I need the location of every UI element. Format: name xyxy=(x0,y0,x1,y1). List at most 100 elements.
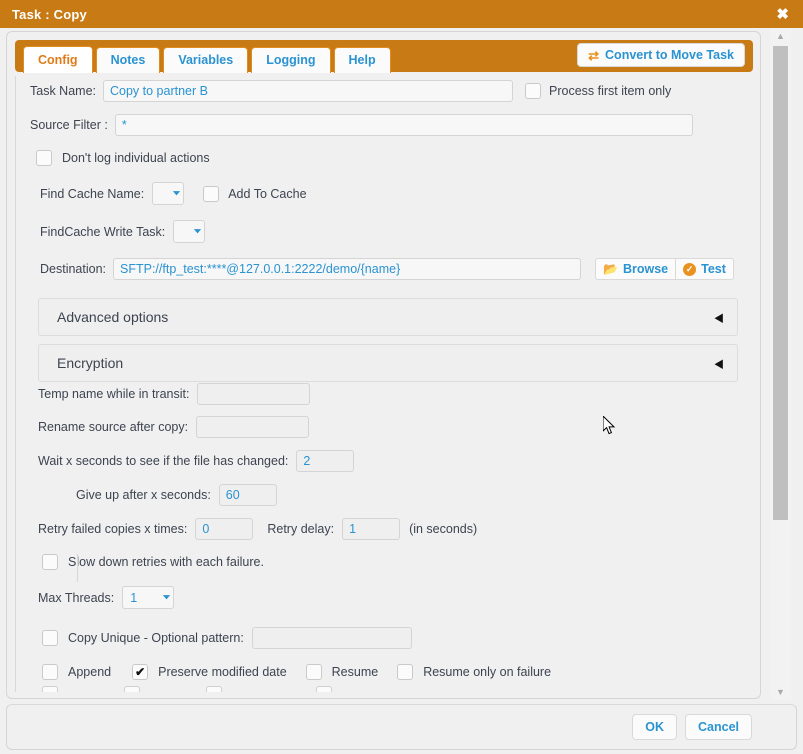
task-copy-dialog: Task : Copy ✖ Config Notes Variables Log… xyxy=(0,0,803,754)
give-up-label: Give up after x seconds: xyxy=(76,488,211,502)
retry-failed-input[interactable] xyxy=(195,518,254,540)
cancel-button[interactable]: Cancel xyxy=(685,714,752,740)
vertical-scrollbar[interactable]: ▲ ▼ xyxy=(770,28,791,700)
copy-unique-pattern-input[interactable] xyxy=(251,627,412,649)
source-filter-row: Source Filter : xyxy=(30,114,693,136)
tab-help-label: Help xyxy=(348,53,376,67)
clipped-checkbox-1[interactable] xyxy=(42,686,58,692)
find-cache-name-row: Find Cache Name: ▾ ✔ Add To Cache xyxy=(40,182,307,205)
max-threads-value: 1 xyxy=(130,590,138,605)
tab-logging[interactable]: Logging xyxy=(251,47,331,73)
destination-input[interactable] xyxy=(113,258,582,280)
resume-only-failure-checkbox[interactable]: ✔ xyxy=(397,664,414,680)
tab-notes[interactable]: Notes xyxy=(95,47,161,73)
source-filter-input[interactable] xyxy=(114,114,693,136)
tab-logging-label: Logging xyxy=(266,53,316,67)
clipped-checkbox-2[interactable] xyxy=(124,686,140,692)
encryption-section[interactable]: Encryption ◀ xyxy=(38,344,738,382)
tab-config[interactable]: Config xyxy=(23,46,93,73)
dont-log-label: Don't log individual actions xyxy=(62,151,210,165)
source-filter-label: Source Filter : xyxy=(30,118,108,132)
indent-guide xyxy=(77,554,78,582)
tab-variables[interactable]: Variables xyxy=(163,47,249,73)
slow-down-row: ✔ Slow down retries with each failure. xyxy=(42,554,264,570)
tab-help[interactable]: Help xyxy=(333,47,391,73)
max-threads-row: Max Threads: 1 ▾ xyxy=(38,586,175,609)
chevron-down-icon: ▾ xyxy=(163,592,171,602)
scrollbar-thumb[interactable] xyxy=(773,46,788,520)
rename-source-row: Rename source after copy: xyxy=(38,416,310,438)
copy-unique-label: Copy Unique - Optional pattern: xyxy=(68,631,244,645)
findcache-write-task-row: FindCache Write Task: ▾ xyxy=(40,220,206,243)
copy-unique-checkbox[interactable]: ✔ xyxy=(42,630,58,646)
wait-seconds-input[interactable] xyxy=(296,450,355,472)
browse-button[interactable]: 📂 Browse xyxy=(595,258,676,280)
preserve-modified-date-checkbox[interactable]: ✔ xyxy=(132,664,149,680)
findcache-write-task-label: FindCache Write Task: xyxy=(40,224,166,239)
dialog-title: Task : Copy xyxy=(12,6,87,22)
dialog-body: Config Notes Variables Logging Help ⇄ Co… xyxy=(0,28,803,754)
resume-only-failure-label: Resume only on failure xyxy=(423,665,552,679)
ok-button[interactable]: OK xyxy=(632,714,677,740)
clipped-checkbox-4[interactable] xyxy=(316,686,332,692)
give-up-input[interactable] xyxy=(218,484,277,506)
dialog-footer: OK Cancel xyxy=(6,704,797,750)
checkmark-icon: ✔ xyxy=(135,665,146,679)
retry-delay-input[interactable] xyxy=(342,518,401,540)
clipped-checkbox-3[interactable] xyxy=(206,686,222,692)
destination-label: Destination: xyxy=(40,262,107,276)
tab-config-label: Config xyxy=(38,53,78,67)
triangle-left-icon: ◀ xyxy=(714,356,723,371)
test-label: Test xyxy=(701,262,726,276)
task-name-label: Task Name: xyxy=(30,84,96,98)
retry-delay-suffix: (in seconds) xyxy=(409,522,478,536)
preserve-modified-date-label: Preserve modified date xyxy=(158,665,287,679)
resume-checkbox[interactable]: ✔ xyxy=(305,664,322,680)
folder-open-icon: 📂 xyxy=(603,262,618,276)
task-name-input[interactable] xyxy=(103,80,513,102)
wait-seconds-row: Wait x seconds to see if the file has ch… xyxy=(38,450,355,472)
rename-source-input[interactable] xyxy=(196,416,310,438)
dialog-titlebar: Task : Copy ✖ xyxy=(0,0,803,28)
give-up-row: Give up after x seconds: xyxy=(76,484,277,506)
process-first-item-checkbox[interactable]: ✔ xyxy=(525,83,541,99)
encryption-label: Encryption xyxy=(57,355,124,371)
dont-log-row: ✔ Don't log individual actions xyxy=(36,150,210,166)
dont-log-checkbox[interactable]: ✔ xyxy=(36,150,52,166)
slow-down-label: Slow down retries with each failure. xyxy=(68,555,264,569)
temp-name-input[interactable] xyxy=(197,383,311,405)
resume-label: Resume xyxy=(331,665,379,679)
destination-row: Destination: 📂 Browse ✓ Test xyxy=(40,258,734,280)
task-name-row: Task Name: ✔ Process first item only xyxy=(30,80,671,102)
findcache-write-task-select[interactable]: ▾ xyxy=(173,220,206,243)
close-icon[interactable]: ✖ xyxy=(772,5,793,24)
append-label: Append xyxy=(68,665,112,679)
advanced-options-label: Advanced options xyxy=(57,309,169,325)
retry-row: Retry failed copies x times: Retry delay… xyxy=(38,518,477,540)
convert-to-move-task-button[interactable]: ⇄ Convert to Move Task xyxy=(577,43,745,67)
tab-notes-label: Notes xyxy=(110,53,146,67)
triangle-down-icon[interactable]: ▼ xyxy=(770,684,791,700)
check-circle-icon: ✓ xyxy=(683,262,697,276)
chevron-down-icon: ▾ xyxy=(173,188,181,198)
swap-arrows-icon: ⇄ xyxy=(588,47,600,63)
slow-down-checkbox[interactable]: ✔ xyxy=(42,554,58,570)
add-to-cache-checkbox[interactable]: ✔ xyxy=(203,185,220,202)
retry-failed-label: Retry failed copies x times: xyxy=(38,522,188,536)
max-threads-select[interactable]: 1 ▾ xyxy=(122,586,175,609)
advanced-options-section[interactable]: Advanced options ◀ xyxy=(38,298,738,336)
content-panel: Config Notes Variables Logging Help ⇄ Co… xyxy=(6,31,761,699)
triangle-up-icon[interactable]: ▲ xyxy=(770,28,791,44)
temp-name-row: Temp name while in transit: xyxy=(38,383,311,405)
config-form: Task Name: ✔ Process first item only Sou… xyxy=(15,76,753,692)
append-checkbox[interactable]: ✔ xyxy=(42,664,58,680)
tab-variables-label: Variables xyxy=(178,53,234,67)
add-to-cache-label: Add To Cache xyxy=(228,186,307,201)
browse-label: Browse xyxy=(622,262,669,276)
wait-seconds-label: Wait x seconds to see if the file has ch… xyxy=(38,454,289,468)
test-button[interactable]: ✓ Test xyxy=(675,258,734,280)
find-cache-name-select[interactable]: ▾ xyxy=(152,182,185,205)
process-first-item-label: Process first item only xyxy=(549,84,672,98)
tab-strip: Config Notes Variables Logging Help ⇄ Co… xyxy=(15,40,753,73)
max-threads-label: Max Threads: xyxy=(38,590,115,605)
